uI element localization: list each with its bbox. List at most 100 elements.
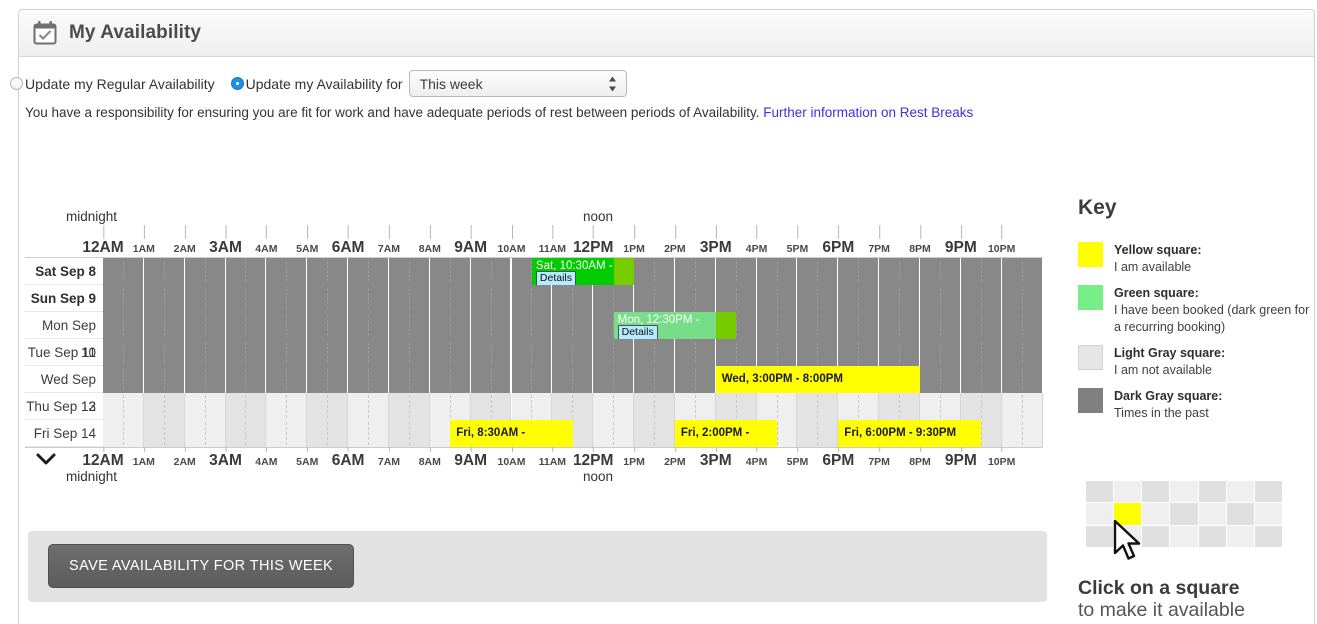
- grid-cell[interactable]: [184, 420, 226, 447]
- grid-cell[interactable]: [756, 258, 798, 285]
- grid-cell[interactable]: [429, 312, 471, 339]
- grid-cell[interactable]: [307, 285, 349, 312]
- grid-cell[interactable]: [470, 312, 512, 339]
- grid-cell[interactable]: [184, 312, 226, 339]
- grid-cell[interactable]: [266, 285, 308, 312]
- grid-cell[interactable]: [1001, 366, 1043, 393]
- grid-cell[interactable]: [756, 285, 798, 312]
- grid-cell[interactable]: [225, 420, 267, 447]
- grid-cell[interactable]: [879, 258, 920, 285]
- grid-cell[interactable]: [307, 366, 349, 393]
- rest-breaks-link[interactable]: Further information on Rest Breaks: [763, 105, 973, 120]
- grid-cell[interactable]: [715, 339, 757, 366]
- grid-cell[interactable]: [920, 312, 961, 339]
- grid-cell[interactable]: [470, 258, 512, 285]
- grid-cell[interactable]: [797, 285, 839, 312]
- grid-cell[interactable]: [797, 312, 839, 339]
- grid-cell[interactable]: [184, 339, 226, 366]
- availability-block[interactable]: Sat, 10:30AM - 1:00PMDetails: [531, 258, 635, 285]
- grid-cell[interactable]: [307, 312, 349, 339]
- grid-cell[interactable]: [307, 258, 349, 285]
- grid-cell[interactable]: [838, 339, 880, 366]
- grid-cell[interactable]: [266, 312, 308, 339]
- grid-row-2[interactable]: Mon, 12:30PM - 3:00PMDetails: [103, 312, 1043, 339]
- grid-cell[interactable]: [838, 258, 880, 285]
- grid-cell[interactable]: [715, 258, 757, 285]
- grid-cell[interactable]: [348, 339, 389, 366]
- availability-block[interactable]: Fri, 8:30AM - 11:30AM: [450, 420, 573, 447]
- grid-cell[interactable]: [715, 285, 757, 312]
- grid-cell[interactable]: [511, 339, 553, 366]
- grid-cell[interactable]: [920, 285, 961, 312]
- grid-cell[interactable]: [470, 366, 512, 393]
- grid-cell[interactable]: [348, 393, 389, 420]
- grid-cell[interactable]: [429, 393, 471, 420]
- availability-block[interactable]: Fri, 2:00PM - 4:30PM: [674, 420, 778, 447]
- grid-cell[interactable]: [1001, 393, 1043, 420]
- grid-cell[interactable]: [838, 393, 880, 420]
- availability-grid[interactable]: Sat, 10:30AM - 1:00PMDetails Mon, 12:30PM…: [103, 258, 1043, 447]
- grid-cell[interactable]: [552, 393, 594, 420]
- grid-cell[interactable]: [266, 393, 308, 420]
- grid-cell[interactable]: [388, 258, 430, 285]
- grid-cell[interactable]: [470, 339, 512, 366]
- grid-cell[interactable]: [103, 312, 144, 339]
- grid-cell[interactable]: [552, 285, 594, 312]
- grid-cell[interactable]: [797, 420, 839, 447]
- grid-cell[interactable]: [103, 285, 144, 312]
- grid-cell[interactable]: [103, 393, 144, 420]
- grid-cell[interactable]: [388, 285, 430, 312]
- grid-cell[interactable]: [593, 420, 635, 447]
- grid-cell[interactable]: [266, 339, 308, 366]
- grid-cell[interactable]: [266, 366, 308, 393]
- grid-cell[interactable]: [348, 258, 389, 285]
- grid-cell[interactable]: [879, 393, 920, 420]
- grid-cell[interactable]: [960, 393, 1002, 420]
- grid-cell[interactable]: [388, 366, 430, 393]
- save-availability-button[interactable]: SAVE AVAILABILITY FOR THIS WEEK: [48, 544, 355, 588]
- grid-cell[interactable]: [1001, 258, 1043, 285]
- grid-cell[interactable]: [960, 366, 1002, 393]
- radio-regular-availability[interactable]: [10, 77, 23, 90]
- grid-cell[interactable]: [634, 393, 675, 420]
- grid-cell[interactable]: [634, 339, 675, 366]
- grid-cell[interactable]: [388, 393, 430, 420]
- grid-cell[interactable]: [634, 285, 675, 312]
- grid-cell[interactable]: [960, 312, 1002, 339]
- grid-cell[interactable]: [674, 366, 716, 393]
- grid-cell[interactable]: [348, 366, 389, 393]
- grid-cell[interactable]: [960, 258, 1002, 285]
- grid-cell[interactable]: [674, 393, 716, 420]
- grid-cell[interactable]: [715, 393, 757, 420]
- grid-row-0[interactable]: Sat, 10:30AM - 1:00PMDetails: [103, 258, 1043, 285]
- grid-row-3[interactable]: [103, 339, 1043, 366]
- grid-cell[interactable]: [1001, 285, 1043, 312]
- grid-cell[interactable]: [960, 285, 1002, 312]
- grid-cell[interactable]: [920, 258, 961, 285]
- grid-cell[interactable]: [184, 285, 226, 312]
- grid-cell[interactable]: [879, 285, 920, 312]
- availability-block[interactable]: Wed, 3:00PM - 8:00PM: [715, 366, 920, 393]
- grid-cell[interactable]: [797, 258, 839, 285]
- chevron-down-icon[interactable]: [35, 452, 57, 466]
- grid-cell[interactable]: [674, 339, 716, 366]
- grid-row-6[interactable]: Fri, 8:30AM - 11:30AM Fri, 2:00PM - 4:30P…: [103, 420, 1043, 447]
- grid-cell[interactable]: [634, 258, 675, 285]
- grid-cell[interactable]: [429, 339, 471, 366]
- grid-cell[interactable]: [348, 312, 389, 339]
- grid-cell[interactable]: [266, 420, 308, 447]
- grid-cell[interactable]: [266, 258, 308, 285]
- grid-cell[interactable]: [511, 285, 553, 312]
- grid-cell[interactable]: [552, 339, 594, 366]
- grid-cell[interactable]: [838, 312, 880, 339]
- grid-cell[interactable]: [388, 312, 430, 339]
- grid-cell[interactable]: [225, 285, 267, 312]
- grid-cell[interactable]: [674, 285, 716, 312]
- grid-cell[interactable]: [143, 339, 185, 366]
- booking-details-button[interactable]: Details: [617, 325, 658, 339]
- grid-cell[interactable]: [143, 258, 185, 285]
- grid-cell[interactable]: [511, 393, 553, 420]
- grid-cell[interactable]: [838, 285, 880, 312]
- grid-cell[interactable]: [920, 366, 961, 393]
- grid-cell[interactable]: [920, 393, 961, 420]
